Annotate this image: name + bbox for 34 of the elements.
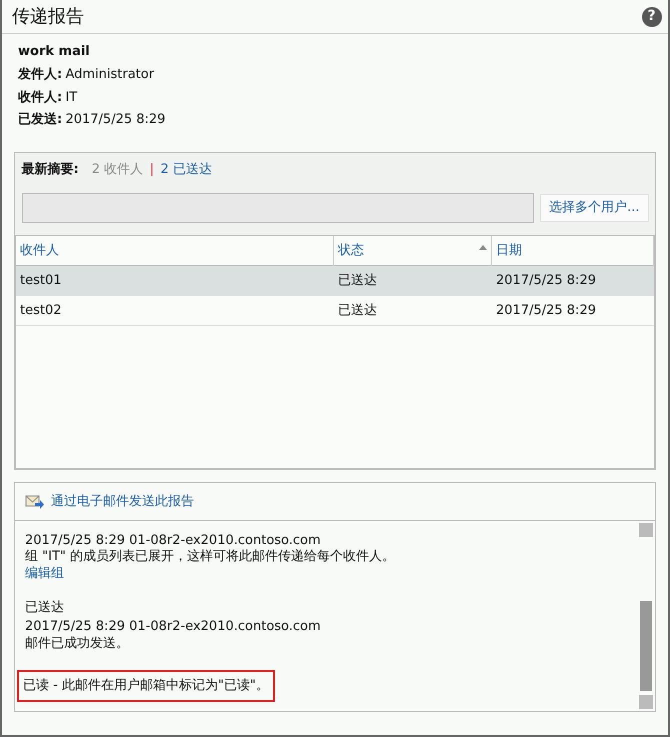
edit-group-link[interactable]: 编辑组 bbox=[25, 566, 627, 582]
delivered-link[interactable]: 2 已送达 bbox=[160, 160, 212, 179]
search-field[interactable] bbox=[22, 193, 534, 223]
table-row[interactable]: test01 已送达 2017/5/25 8:29 bbox=[16, 266, 654, 296]
event-description: 组 "IT" 的成员列表已展开，这样可将此邮件传递给每个收件人。 bbox=[25, 549, 396, 566]
event-time: 2017/5/25 8:29 01-08r2-ex2010.contoso.com bbox=[25, 533, 322, 549]
table-cell-text: 已送达 bbox=[337, 302, 378, 320]
event-description: 邮件已成功发送。 bbox=[25, 636, 130, 652]
scrollbar-thumb[interactable] bbox=[640, 601, 652, 691]
envelope-arrow-icon bbox=[25, 494, 45, 510]
select-users-button[interactable]: 选择多个用户... bbox=[540, 194, 648, 222]
summary-label: 最新摘要: bbox=[22, 160, 79, 178]
field-label: 发件人: bbox=[18, 66, 62, 84]
table-cell-text: 已送达 bbox=[337, 272, 378, 290]
event-title: 已送达 bbox=[25, 600, 65, 616]
scroll-up-button[interactable] bbox=[639, 523, 653, 537]
event-description: 已读 - 此邮件在用户邮箱中标记为"已读"。 bbox=[23, 678, 269, 694]
table-row[interactable]: test02 已送达 2017/5/25 8:29 bbox=[16, 296, 654, 326]
table-cell-text: 2017/5/25 8:29 bbox=[495, 272, 597, 290]
event-time: 2017/5/25 8:29 01-08r2-ex2010.contoso.com bbox=[25, 619, 322, 636]
field-value: Administrator bbox=[65, 66, 154, 84]
email-report-link[interactable]: 通过电子邮件发送此报告 bbox=[51, 492, 194, 512]
scroll-down-button[interactable] bbox=[639, 695, 653, 709]
table-cell-text: 2017/5/25 8:29 bbox=[495, 302, 597, 320]
field-value: IT bbox=[65, 88, 78, 106]
help-icon[interactable]: ? bbox=[642, 6, 662, 26]
field-value: 2017/5/25 8:29 bbox=[65, 111, 166, 130]
table-cell-text: test01 bbox=[19, 272, 63, 290]
subject: work mail bbox=[18, 43, 91, 61]
window-title: 传递报告 bbox=[11, 5, 85, 29]
field-label: 已发送: bbox=[18, 111, 62, 130]
separator: | bbox=[150, 160, 154, 178]
field-label: 收件人: bbox=[18, 88, 62, 106]
table-cell-text: test02 bbox=[19, 302, 63, 320]
